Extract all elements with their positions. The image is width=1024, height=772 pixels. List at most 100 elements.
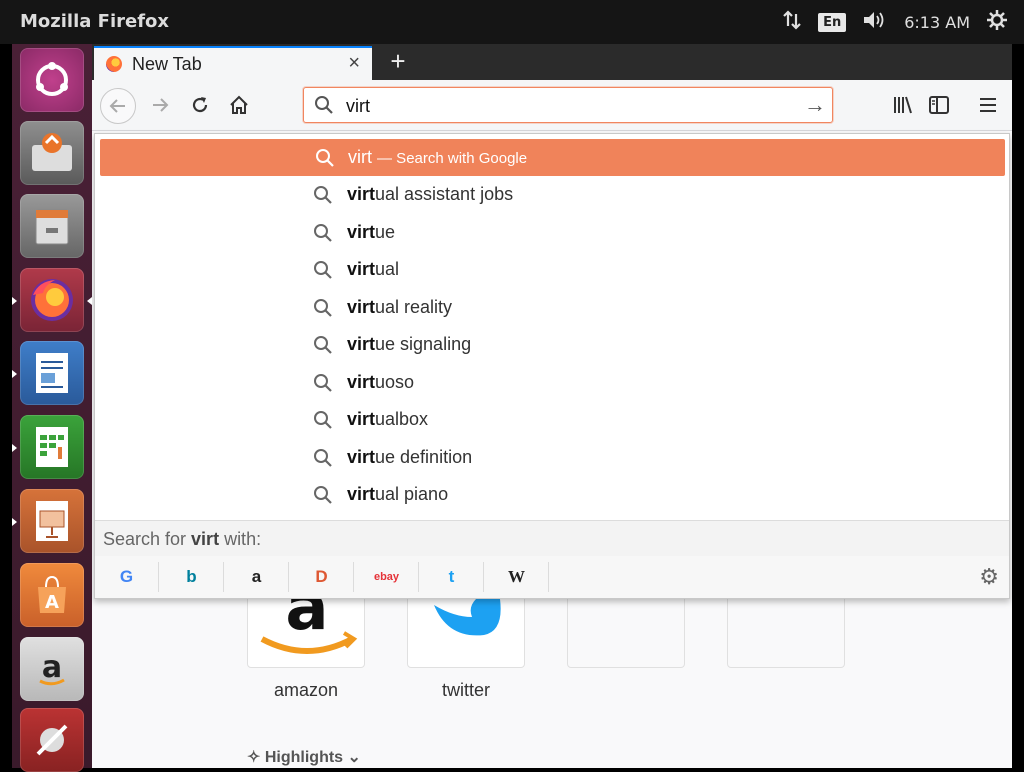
search-icon (313, 448, 333, 473)
suggestion-search-with-google[interactable]: virt — Search with Google (100, 139, 1005, 176)
search-for-suffix: with: (219, 529, 262, 549)
highlights-label: Highlights (264, 749, 344, 766)
go-arrow-icon[interactable]: → (804, 92, 826, 118)
library-icon[interactable] (887, 89, 919, 121)
software-updater-icon[interactable] (20, 121, 84, 185)
tab-new-tab[interactable]: New Tab × (94, 46, 372, 80)
suggestion-completion: ue definition (375, 446, 473, 467)
launcher-running-indicator (12, 518, 17, 526)
sidebar-icon[interactable] (923, 89, 955, 121)
menu-icon[interactable] (972, 89, 1004, 121)
suggestion-label: virtual assistant jobs (347, 184, 513, 205)
svg-text:a: a (285, 595, 328, 645)
suggestion-match: virt (347, 409, 376, 429)
search-icon (314, 95, 334, 120)
reload-button[interactable] (184, 89, 216, 121)
google-engine-icon: G (119, 567, 134, 586)
top-site-label: twitter (441, 680, 490, 700)
suggestion-completion: ualbox (375, 409, 429, 429)
tab-strip: New Tab × + (92, 44, 1012, 80)
home-icon (230, 95, 248, 114)
suggestion-label: virtue signaling (347, 334, 471, 355)
files-icon[interactable] (20, 194, 84, 258)
svg-text:A: A (45, 592, 59, 613)
twitter-engine-button[interactable]: t (420, 562, 484, 592)
volume-icon[interactable] (862, 10, 888, 34)
ebay-engine-button[interactable]: ebay (355, 562, 419, 592)
search-for-query: virt (191, 529, 220, 549)
url-input[interactable] (344, 92, 788, 120)
suggestion-match: virt (347, 259, 376, 279)
search-icon (313, 410, 333, 435)
top-site-tile-empty[interactable] (727, 594, 845, 668)
search-icon (313, 485, 333, 510)
suggestion-completion: ue (375, 221, 396, 242)
app-title: Mozilla Firefox (20, 11, 170, 32)
calc-icon[interactable] (20, 415, 84, 479)
suggestion-item[interactable]: virtuoso (95, 364, 1009, 401)
suggestion-item[interactable]: virtual reality (95, 289, 1009, 326)
unity-launcher: A a (12, 44, 92, 772)
search-icon (313, 260, 333, 285)
url-autocomplete-popup: virt — Search with Google virtual assist… (94, 133, 1010, 599)
suggestion-item[interactable]: virtual piano (95, 476, 1009, 513)
suggestion-completion: uoso (375, 371, 415, 392)
launcher-running-indicator (12, 444, 17, 452)
writer-icon[interactable] (20, 341, 84, 405)
search-icon (315, 148, 335, 173)
suggestion-match: virt (347, 334, 376, 354)
suggestion-item[interactable]: virtue definition (95, 439, 1009, 476)
suggestion-item[interactable]: virtue (95, 214, 1009, 251)
suggestion-item[interactable]: virtual (95, 251, 1009, 288)
tab-close-icon[interactable]: × (348, 52, 360, 75)
launcher-running-indicator (12, 297, 17, 305)
suggestion-label: virtual piano (347, 484, 448, 505)
top-site-label: amazon (273, 680, 339, 700)
suggestion-item[interactable]: virtue signaling (95, 326, 1009, 363)
amazon-engine-icon: a (251, 567, 262, 586)
duckduckgo-engine-button[interactable]: D (290, 562, 354, 592)
url-bar[interactable]: → (303, 87, 833, 123)
ubuntu-dash-icon[interactable] (20, 48, 84, 112)
impress-icon[interactable] (20, 489, 84, 553)
system-settings-icon[interactable] (20, 708, 84, 772)
search-icon (313, 298, 333, 323)
highlights-icon: ✧ (247, 749, 265, 766)
suggestion-item[interactable]: virtual assistant jobs (95, 176, 1009, 213)
power-gear-icon[interactable] (986, 9, 1008, 35)
suggestion-label: virtual reality (347, 297, 452, 318)
forward-button[interactable] (144, 89, 176, 121)
forward-arrow-icon (153, 98, 169, 112)
amazon-icon[interactable]: a (20, 637, 84, 701)
home-button[interactable] (223, 89, 255, 121)
indicator-area: En 6:13 AM (782, 9, 1008, 35)
suggestion-completion: ual reality (375, 296, 453, 317)
wikipedia-engine-icon: W (508, 567, 525, 586)
firefox-icon[interactable] (20, 268, 84, 332)
top-site-tile-twitter[interactable] (407, 594, 525, 668)
amazon-logo-icon: a (260, 595, 358, 654)
top-site-tile-empty[interactable] (567, 594, 685, 668)
navigation-toolbar: → (92, 80, 1012, 131)
search-icon (313, 185, 333, 210)
new-tab-button[interactable]: + (382, 46, 414, 78)
bing-engine-button[interactable]: b (160, 562, 224, 592)
clock[interactable]: 6:13 AM (904, 13, 970, 32)
network-icon[interactable] (782, 10, 802, 34)
highlights-heading[interactable]: ✧ Highlights ⌄ (247, 747, 361, 767)
top-site-tile-amazon[interactable]: a (247, 594, 365, 668)
duckduckgo-engine-icon: D (315, 567, 328, 586)
suggestion-label: virtue definition (347, 447, 472, 468)
search-settings-gear-icon[interactable]: ⚙ (979, 564, 999, 590)
back-button[interactable] (100, 88, 136, 124)
wikipedia-engine-button[interactable]: W (485, 562, 549, 592)
suggestion-query: virt (348, 147, 372, 167)
search-icon (313, 335, 333, 360)
keyboard-layout-indicator[interactable]: En (818, 12, 847, 32)
firefox-window: New Tab × + → (92, 44, 1012, 768)
google-engine-button[interactable]: G (95, 562, 159, 592)
amazon-engine-button[interactable]: a (225, 562, 289, 592)
suggestion-completion: ual assistant jobs (375, 184, 514, 204)
software-center-icon[interactable]: A (20, 563, 84, 627)
suggestion-item[interactable]: virtualbox (95, 401, 1009, 438)
